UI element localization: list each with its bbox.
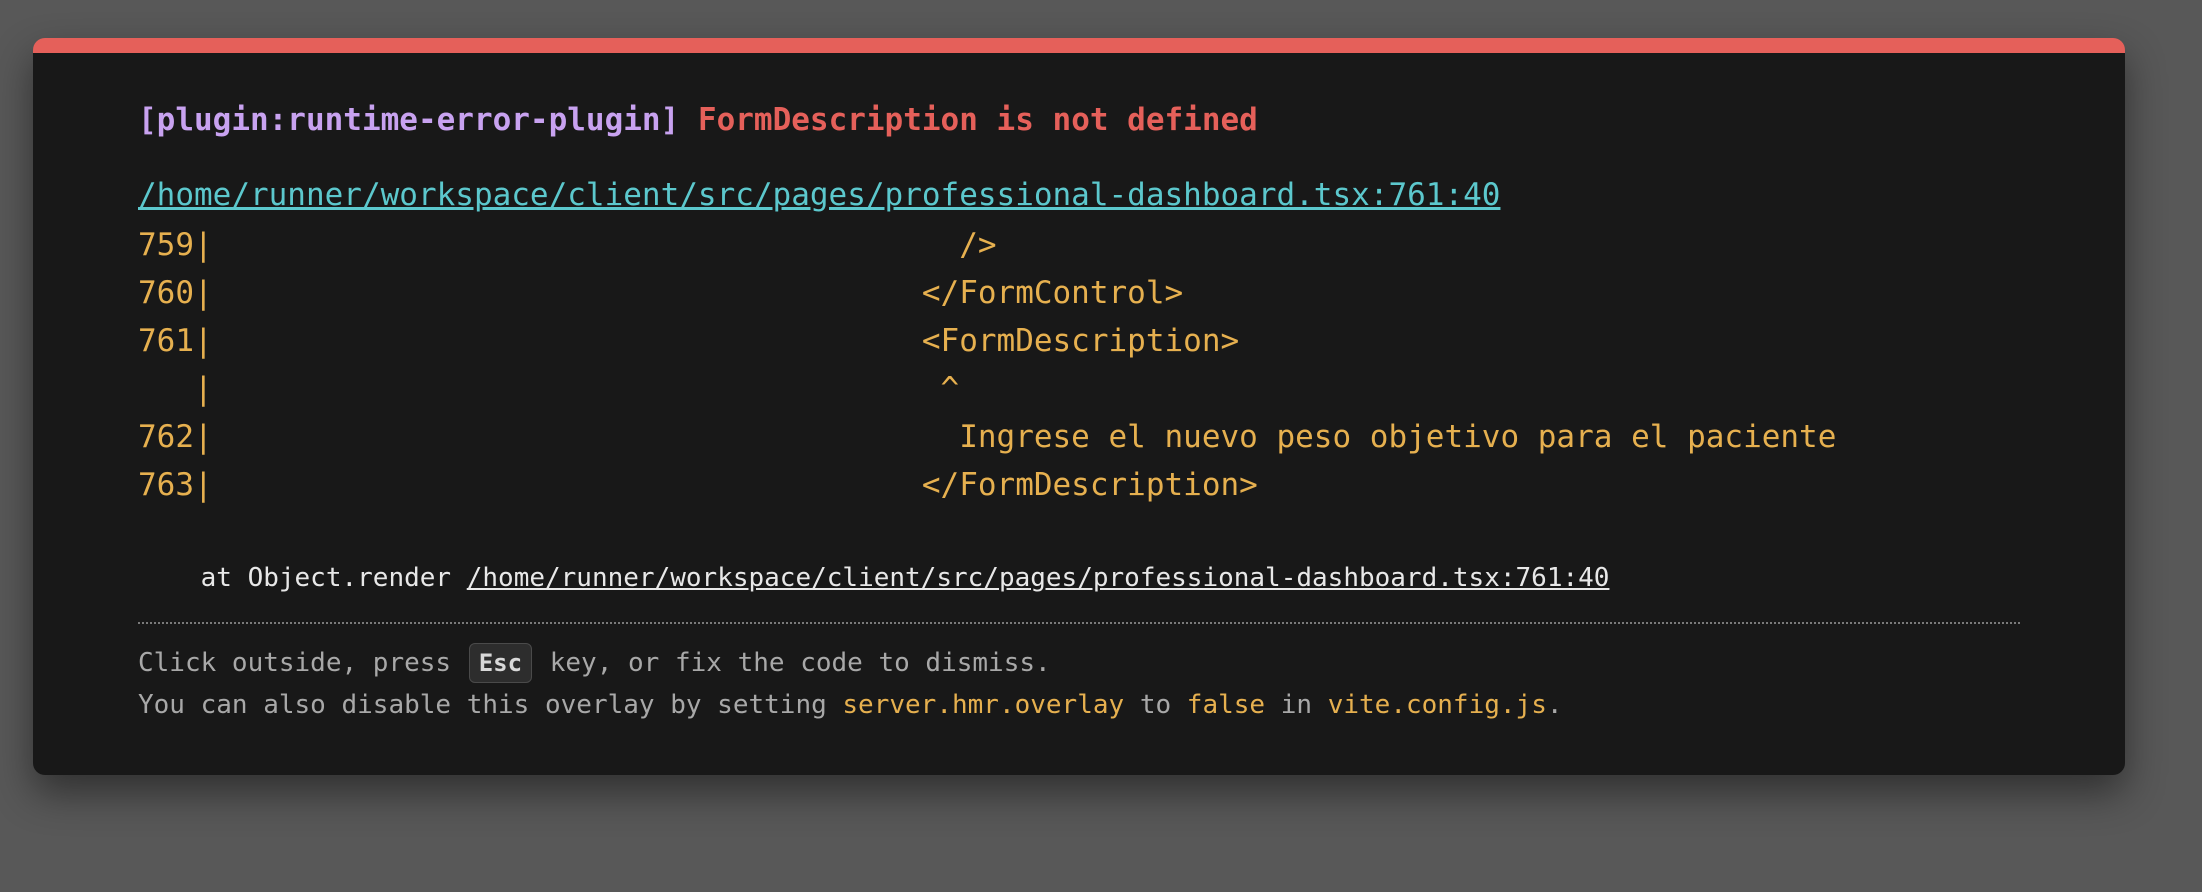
disable-tip-text: You can also disable this overlay by set… — [138, 690, 843, 720]
stack-prefix: at Object.render — [138, 563, 467, 593]
error-file-link[interactable]: /home/runner/workspace/client/src/pages/… — [138, 177, 1500, 213]
code-frame-line: 760| </FormControl> — [138, 275, 1184, 311]
code-frame-line: 763| </FormDescription> — [138, 467, 1258, 503]
dismiss-tip-text: key, or fix the code to dismiss. — [534, 648, 1051, 678]
disable-tip-text: . — [1546, 690, 1563, 720]
config-key-code: server.hmr.overlay — [842, 690, 1125, 720]
code-frame-line: 762| Ingrese el nuevo peso objetivo para… — [138, 419, 1837, 455]
code-frame-line: 759| /> — [138, 227, 997, 263]
dismiss-tip-text: Click outside, press — [138, 648, 467, 678]
disable-overlay-tip: You can also disable this overlay by set… — [138, 690, 1563, 720]
error-header: [plugin:runtime-error-plugin] FormDescri… — [138, 102, 1258, 138]
stack-file-link[interactable]: /home/runner/workspace/client/src/pages/… — [467, 563, 1610, 593]
error-overlay-panel: [plugin:runtime-error-plugin] FormDescri… — [33, 38, 2125, 775]
config-file-code: vite.config.js — [1327, 690, 1547, 720]
code-frame-line: 761| <FormDescription> — [138, 323, 1240, 359]
stack-trace: at Object.render /home/runner/workspace/… — [138, 563, 1610, 593]
code-frame: 759| /> 760| </FormControl> 761| <FormDesc… — [138, 221, 1836, 509]
disable-tip-text: to — [1124, 690, 1187, 720]
plugin-tag: [plugin:runtime-error-plugin] — [138, 102, 680, 138]
config-value-code: false — [1186, 690, 1266, 720]
dismiss-tip: Click outside, press Esc key, or fix the… — [138, 643, 1051, 683]
error-message: FormDescription is not defined — [697, 102, 1258, 138]
code-frame-pointer-line: | ^ — [138, 371, 960, 407]
disable-tip-text: in — [1265, 690, 1328, 720]
divider — [138, 622, 2020, 624]
esc-key-badge: Esc — [468, 643, 533, 683]
